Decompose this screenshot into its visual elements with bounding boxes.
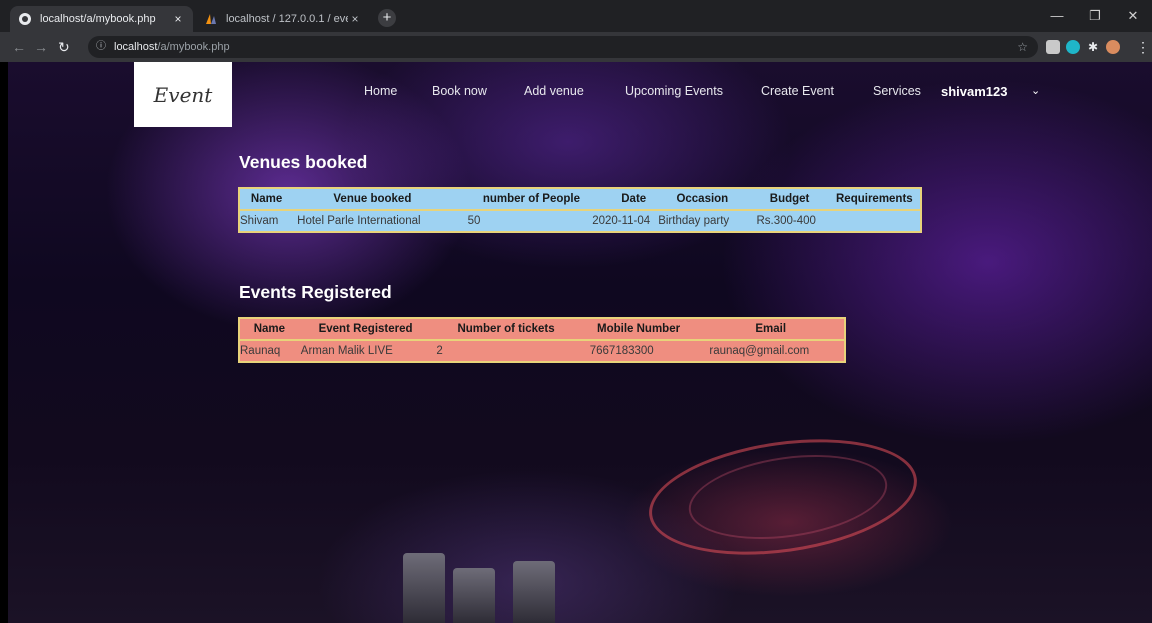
column-header: Occasion: [676, 193, 729, 205]
browser-tab-active[interactable]: localhost/a/mybook.php ×: [10, 6, 193, 32]
venues-table: Name Venue booked number of People Date …: [238, 187, 922, 233]
column-header: Venue booked: [333, 193, 412, 205]
column-header: Mobile Number: [597, 323, 681, 335]
tab-title: localhost/a/mybook.php: [40, 13, 156, 25]
table-row: Raunaq Arman Malik LIVE 2 7667183300 rau…: [239, 340, 845, 362]
profile-avatar-icon[interactable]: [1106, 40, 1120, 54]
extension-circle-icon[interactable]: [1066, 40, 1080, 54]
table-cell: Raunaq: [240, 345, 281, 357]
browser-tab-bar: localhost/a/mybook.php × localhost / 127…: [0, 0, 1152, 32]
user-menu[interactable]: shivam123: [941, 84, 1008, 99]
forward-arrow-icon[interactable]: →: [34, 39, 48, 55]
nav-home[interactable]: Home: [364, 84, 397, 98]
logo-text: Event: [153, 82, 213, 107]
table-cell: Arman Malik LIVE: [300, 345, 393, 357]
table-header-row: Name Event Registered Number of tickets …: [239, 318, 845, 340]
table-cell: 50: [467, 215, 481, 227]
table-cell: Rs.300-400: [756, 215, 816, 227]
extension-save-icon[interactable]: [1046, 40, 1060, 54]
table-cell: Birthday party: [658, 215, 730, 227]
table-cell: 2020-11-04: [592, 215, 651, 227]
events-heading: Events Registered: [239, 282, 392, 302]
tab-title: localhost / 127.0.0.1 / eventmana: [226, 13, 348, 25]
column-header: number of People: [482, 193, 580, 205]
column-header: Budget: [769, 193, 810, 205]
nav-create-event[interactable]: Create Event: [761, 84, 834, 98]
site-logo[interactable]: Event: [134, 62, 232, 127]
tab-close-icon[interactable]: ×: [348, 12, 362, 26]
table-cell: 7667183300: [589, 345, 654, 357]
table-cell: Hotel Parle International: [297, 215, 421, 227]
browser-tab-phpmyadmin[interactable]: localhost / 127.0.0.1 / eventmana ×: [196, 6, 370, 32]
minimize-button[interactable]: —: [1038, 0, 1076, 32]
nav-add-venue[interactable]: Add venue: [524, 84, 584, 98]
table-cell: [829, 210, 921, 232]
table-cell: raunaq@gmail.com: [709, 345, 810, 357]
new-tab-button[interactable]: +: [378, 9, 396, 27]
page-background: Event Home Book now Add venue Upcoming E…: [8, 62, 1152, 623]
nav-services[interactable]: Services: [873, 84, 921, 98]
column-header: Date: [621, 193, 647, 205]
table-cell: Shivam: [240, 215, 279, 227]
column-header: Number of tickets: [457, 323, 555, 335]
table-cell: 2: [436, 345, 443, 357]
column-header: Event Registered: [318, 323, 413, 335]
mixer-fader-decoration: [453, 568, 495, 623]
address-bar[interactable]: ⓘ localhost/a/mybook.php ☆: [88, 36, 1038, 58]
close-window-button[interactable]: ✕: [1114, 0, 1152, 32]
url-path: /a/mybook.php: [157, 41, 230, 53]
table-header-row: Name Venue booked number of People Date …: [239, 188, 921, 210]
phpmyadmin-sail-icon: [206, 14, 216, 24]
bookmark-star-icon[interactable]: ☆: [1017, 36, 1028, 58]
site-info-icon[interactable]: ⓘ: [96, 36, 106, 58]
venues-heading: Venues booked: [239, 152, 368, 172]
browser-toolbar: ← → ↻ ⓘ localhost/a/mybook.php ☆ ✱ ⋮: [0, 32, 1152, 62]
reload-icon[interactable]: ↻: [58, 39, 70, 56]
mixer-fader-decoration: [403, 553, 445, 623]
column-header: Email: [755, 323, 787, 335]
chevron-down-icon[interactable]: ⌄: [1031, 84, 1040, 97]
tab-close-icon[interactable]: ×: [171, 12, 185, 26]
nav-upcoming-events[interactable]: Upcoming Events: [625, 84, 723, 98]
extensions-puzzle-icon[interactable]: ✱: [1086, 40, 1100, 54]
column-header: Name: [250, 193, 283, 205]
column-header: Requirements: [836, 193, 913, 205]
events-table: Name Event Registered Number of tickets …: [238, 317, 846, 363]
maximize-button[interactable]: ❐: [1076, 0, 1114, 32]
url-host: localhost: [114, 41, 158, 53]
back-arrow-icon[interactable]: ←: [12, 39, 26, 55]
table-row: Shivam Hotel Parle International 50 2020…: [239, 210, 921, 232]
browser-menu-icon[interactable]: ⋮: [1136, 39, 1150, 56]
nav-book-now[interactable]: Book now: [432, 84, 487, 98]
mixer-fader-decoration: [513, 561, 555, 623]
globe-icon: [19, 13, 31, 25]
column-header: Name: [253, 323, 286, 335]
